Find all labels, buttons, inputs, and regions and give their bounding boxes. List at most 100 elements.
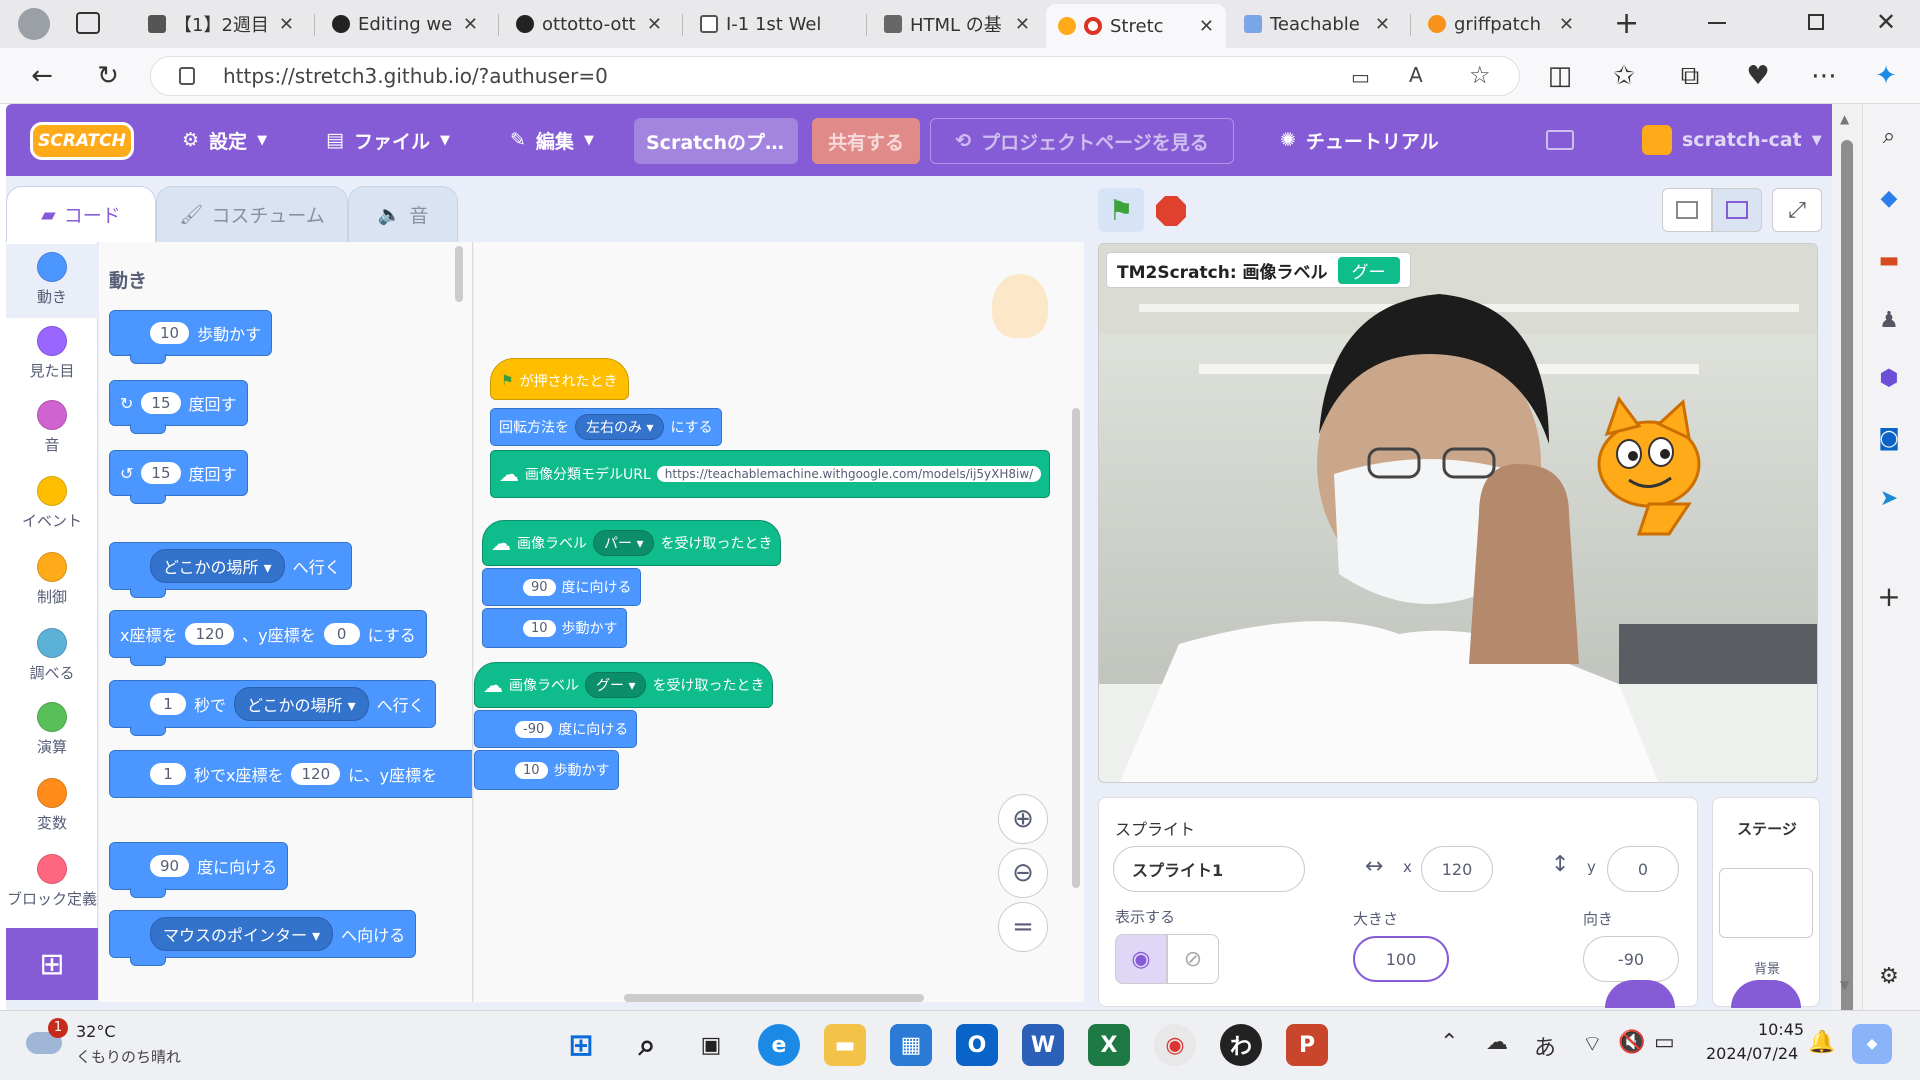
more-menu-icon[interactable]: ⋯: [1808, 60, 1840, 92]
browser-tab-active[interactable]: Stretc ✕: [1046, 4, 1226, 48]
label-monitor[interactable]: TM2Scratch: 画像ラベル グー: [1106, 252, 1411, 288]
add-backdrop-button[interactable]: [1731, 980, 1801, 1008]
direction-input[interactable]: -90: [1583, 936, 1679, 982]
browser-tab[interactable]: HTML の基 ✕: [872, 6, 1042, 42]
scratch-cat-sprite[interactable]: [1579, 394, 1729, 544]
app-icon[interactable]: わ: [1220, 1024, 1262, 1066]
goto-xy-block[interactable]: x座標を 120 、y座標を 0 にする: [109, 610, 427, 666]
script-area[interactable]: ⚑ が押されたとき 回転方法を 左右のみ ▾ にする ☁ 画像分類モデルURL …: [474, 242, 1084, 1002]
category-my-blocks[interactable]: ブロック定義: [6, 854, 98, 909]
browser-tab[interactable]: ottotto-ott ✕: [504, 6, 674, 42]
split-screen-icon[interactable]: ◫: [1544, 60, 1576, 92]
move-steps-block[interactable]: 10 歩動かす: [482, 608, 627, 648]
settings-menu[interactable]: ⚙ 設定 ▼: [182, 124, 267, 156]
zoom-in-button[interactable]: ⊕: [998, 794, 1048, 844]
rotation-menu[interactable]: 左右のみ ▾: [575, 414, 665, 440]
when-label-received-block[interactable]: ☁ 画像ラベル パー ▾ を受け取ったとき: [482, 520, 782, 566]
block-input[interactable]: 15: [141, 462, 181, 484]
browser-tab[interactable]: griffpatch ✕: [1416, 6, 1586, 42]
add-extension-button[interactable]: ⊞: [6, 928, 98, 1000]
read-aloud-icon[interactable]: A: [1409, 63, 1423, 87]
task-view-icon[interactable]: ▣: [690, 1024, 732, 1066]
word-icon[interactable]: W: [1022, 1024, 1064, 1066]
scroll-up-arrow-icon[interactable]: ▲: [1840, 112, 1849, 126]
share-button[interactable]: 共有する: [812, 118, 920, 164]
when-flag-clicked-block[interactable]: ⚑ が押されたとき: [490, 358, 629, 400]
stop-button[interactable]: [1156, 196, 1186, 226]
close-tab-icon[interactable]: ✕: [279, 14, 294, 35]
category-variables[interactable]: 変数: [6, 778, 98, 833]
y-input[interactable]: 0: [1607, 846, 1679, 892]
label-menu[interactable]: パー ▾: [593, 530, 655, 556]
point-direction-block[interactable]: 90 度に向ける: [109, 842, 289, 898]
small-stage-button[interactable]: [1662, 188, 1712, 232]
tab-actions-icon[interactable]: [76, 12, 100, 34]
turn-left-block[interactable]: ↺ 15 度回す: [109, 450, 248, 504]
when-label-received-block[interactable]: ☁ 画像ラベル グー ▾ を受け取ったとき: [474, 662, 774, 708]
file-menu[interactable]: ▤ ファイル ▼: [326, 124, 450, 156]
move-steps-block[interactable]: 10 歩動かす: [474, 750, 619, 790]
store-icon[interactable]: ▦: [890, 1024, 932, 1066]
profile-avatar[interactable]: [18, 8, 50, 40]
category-events[interactable]: イベント: [6, 476, 98, 531]
start-icon[interactable]: ⊞: [560, 1024, 602, 1066]
block-input[interactable]: 120: [291, 763, 341, 785]
battery-icon[interactable]: ▭: [1654, 1030, 1675, 1055]
sidebar-settings-icon[interactable]: ⚙: [1873, 960, 1905, 992]
extension-heart-icon[interactable]: ♥: [1742, 60, 1774, 92]
tab-costumes[interactable]: 🖌 コスチューム: [156, 186, 348, 242]
set-rotation-style-block[interactable]: 回転方法を 左右のみ ▾ にする: [490, 408, 722, 446]
block-input[interactable]: 1: [150, 763, 186, 785]
onedrive-icon[interactable]: ☁: [1486, 1030, 1508, 1055]
glide-xy-block[interactable]: 1 秒でx座標を 120 に、y座標を: [109, 750, 472, 798]
x-input[interactable]: 120: [1421, 846, 1493, 892]
scratch-logo[interactable]: SCRATCH: [30, 122, 134, 160]
restore-icon[interactable]: [1808, 14, 1824, 30]
classification-model-url-block[interactable]: ☁ 画像分類モデルURL https://teachablemachine.wi…: [490, 450, 1051, 498]
block-input[interactable]: 15: [141, 392, 181, 414]
point-towards-menu[interactable]: マウスのポインター ▾: [150, 917, 334, 951]
category-looks[interactable]: 見た目: [6, 326, 98, 381]
close-tab-icon[interactable]: ✕: [1015, 14, 1030, 35]
turn-right-block[interactable]: ↻ 15 度回す: [109, 380, 248, 434]
edge-icon[interactable]: e: [758, 1024, 800, 1066]
search-icon[interactable]: ⌕: [1873, 120, 1905, 152]
notification-bell-icon[interactable]: 🔔: [1808, 1030, 1835, 1055]
powerpoint-icon[interactable]: P: [1286, 1024, 1328, 1066]
model-url-input[interactable]: https://teachablemachine.withgoogle.com/…: [656, 466, 1042, 482]
browser-tab[interactable]: Editing we ✕: [320, 6, 490, 42]
chrome-icon[interactable]: ◉: [1154, 1024, 1196, 1066]
category-sound[interactable]: 音: [6, 400, 98, 455]
move-steps-block[interactable]: 10 歩動かす: [109, 310, 273, 364]
tab-sounds[interactable]: 🔈 音: [348, 186, 458, 242]
add-sprite-button[interactable]: [1605, 980, 1675, 1008]
close-window-icon[interactable]: ✕: [1876, 8, 1896, 36]
palette-scrollbar[interactable]: [455, 246, 463, 302]
hide-sprite-button[interactable]: ⊘: [1167, 934, 1219, 984]
fullscreen-button[interactable]: ⤢: [1772, 188, 1822, 232]
browser-tab[interactable]: 【1】2週目 ✕: [136, 6, 306, 42]
close-tab-icon[interactable]: ✕: [463, 14, 478, 35]
close-tab-icon[interactable]: ✕: [647, 14, 662, 35]
block-input[interactable]: -90: [515, 720, 553, 738]
script-horizontal-scrollbar[interactable]: [624, 994, 924, 1002]
large-stage-button[interactable]: [1712, 188, 1762, 232]
speaker-muted-icon[interactable]: 🔇: [1618, 1030, 1645, 1055]
block-input[interactable]: 10: [523, 619, 556, 637]
point-direction-block[interactable]: -90 度に向ける: [474, 710, 638, 748]
excel-icon[interactable]: X: [1088, 1024, 1130, 1066]
add-sidebar-icon[interactable]: +: [1873, 580, 1905, 613]
lock-icon[interactable]: [179, 67, 195, 85]
clock-date[interactable]: 2024/07/24: [1706, 1044, 1798, 1063]
account-menu[interactable]: scratch-cat ▼: [1642, 124, 1822, 156]
send-icon[interactable]: ➤: [1873, 482, 1905, 514]
browser-tab[interactable]: Teachable ✕: [1232, 6, 1402, 42]
back-icon[interactable]: ←: [26, 60, 58, 92]
goto-menu[interactable]: どこかの場所 ▾: [150, 549, 285, 583]
category-sensing[interactable]: 調べる: [6, 628, 98, 683]
camera-icon[interactable]: ▭: [1351, 65, 1370, 89]
block-input[interactable]: 0: [323, 623, 360, 645]
block-input[interactable]: 90: [523, 578, 556, 596]
script-vertical-scrollbar[interactable]: [1072, 408, 1080, 888]
label-menu[interactable]: グー ▾: [585, 672, 647, 698]
